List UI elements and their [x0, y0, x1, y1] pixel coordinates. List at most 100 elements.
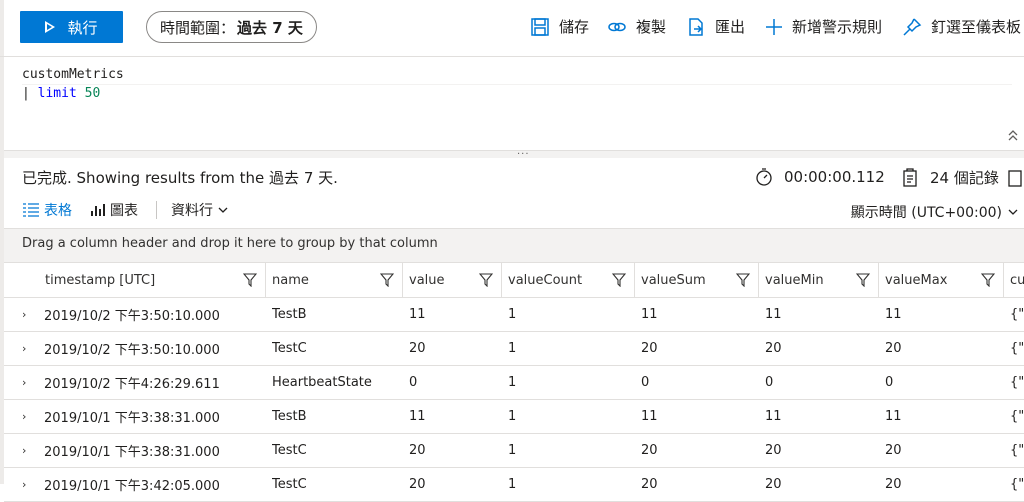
run-button[interactable]: 執行: [20, 11, 123, 43]
cell-valuemax: 11: [885, 408, 902, 424]
header-label: valueCount: [508, 272, 583, 288]
cell-valuesum: 20: [641, 340, 658, 356]
tab-table[interactable]: 表格: [22, 200, 72, 220]
filter-icon[interactable]: [479, 273, 493, 287]
cell-valuecount: 1: [508, 374, 517, 390]
view-tabs: 表格 圖表 資料行: [22, 200, 246, 220]
table-row[interactable]: › 2019/10/1 下午3:38:31.000 TestC 20 1 20 …: [4, 433, 1024, 468]
table-row[interactable]: › 2019/10/2 下午3:50:10.000 TestB 11 1 11 …: [4, 297, 1024, 332]
cell-valuemin: 20: [765, 340, 782, 356]
header-label: timestamp [UTC]: [45, 272, 156, 288]
collapse-editor-icon[interactable]: [1008, 129, 1018, 144]
pin-label: 釘選至儀表板: [931, 18, 1022, 36]
cell-valuesum: 11: [641, 306, 658, 322]
expand-row-icon[interactable]: ›: [22, 478, 26, 491]
filter-icon[interactable]: [981, 273, 995, 287]
cell-valuesum: 11: [641, 408, 658, 424]
cell-custom: {"_: [1010, 306, 1024, 322]
expand-row-icon[interactable]: ›: [22, 410, 26, 423]
limit-keyword: limit: [37, 86, 77, 101]
cell-custom: {"I: [1010, 374, 1024, 390]
table-row[interactable]: › 2019/10/2 下午3:50:10.000 TestC 20 1 20 …: [4, 331, 1024, 366]
record-count: 24 個記錄: [902, 167, 1023, 188]
column-header-valuecount[interactable]: valueCount: [502, 263, 635, 297]
export-button[interactable]: 匯出: [686, 16, 745, 37]
header-label: valueMax: [885, 272, 948, 288]
copy-button[interactable]: 複製: [607, 16, 666, 37]
link-icon: [608, 22, 626, 31]
cell-valuemax: 11: [885, 306, 902, 322]
table-row[interactable]: › 2019/10/1 下午3:42:05.000 TestC 20 1 20 …: [4, 467, 1024, 502]
export-label: 匯出: [715, 18, 746, 36]
cell-valuemax: 20: [885, 476, 902, 492]
pane-splitter[interactable]: [4, 150, 1024, 158]
column-header-value[interactable]: value: [403, 263, 502, 297]
cell-name: TestC: [272, 340, 307, 356]
table-row[interactable]: › 2019/10/1 下午3:38:31.000 TestB 11 1 11 …: [4, 399, 1024, 434]
cell-custom: {"_: [1010, 408, 1024, 424]
filter-icon[interactable]: [612, 273, 626, 287]
filter-icon[interactable]: [856, 273, 870, 287]
cell-timestamp: 2019/10/2 下午4:26:29.611: [44, 376, 220, 392]
chevron-down-icon: [218, 207, 228, 213]
grid-header: timestamp [UTC] name value valueCount va…: [4, 262, 1024, 298]
elapsed-time: 00:00:00.112: [754, 167, 885, 187]
record-count-value: 24 個記錄: [930, 169, 999, 187]
tab-chart-label: 圖表: [110, 203, 138, 219]
pin-to-dashboard-button[interactable]: 釘選至儀表板: [902, 16, 1021, 37]
expand-row-icon[interactable]: ›: [22, 342, 26, 355]
expand-row-icon[interactable]: ›: [22, 308, 26, 321]
time-range-picker[interactable]: 時間範圍： 過去 7 天: [146, 11, 317, 43]
filter-icon[interactable]: [243, 273, 257, 287]
column-header-name[interactable]: name: [266, 263, 403, 297]
cell-valuemax: 0: [885, 374, 894, 390]
new-alert-rule-button[interactable]: 新增警示規則: [765, 16, 882, 37]
filter-icon[interactable]: [380, 273, 394, 287]
expand-row-icon[interactable]: ›: [22, 376, 26, 389]
cell-valuecount: 1: [508, 306, 517, 322]
cell-value: 11: [409, 306, 426, 322]
table-row[interactable]: › 2019/10/2 下午4:26:29.611 HeartbeatState…: [4, 365, 1024, 400]
column-header-valuemax[interactable]: valueMax: [879, 263, 1004, 297]
cell-name: TestC: [272, 442, 307, 458]
header-label: cu: [1010, 272, 1024, 288]
time-range-prefix: 時間範圍：: [160, 18, 236, 37]
bar-chart-icon: [91, 204, 105, 216]
display-time-dropdown[interactable]: 顯示時間 (UTC+00:00): [851, 202, 1018, 222]
column-header-custom[interactable]: cu: [1004, 263, 1024, 297]
expand-row-icon[interactable]: ›: [22, 444, 26, 457]
columns-dropdown[interactable]: 資料行: [171, 200, 228, 220]
cell-value: 20: [409, 476, 426, 492]
expand-column-header: [4, 263, 35, 297]
cell-name: HeartbeatState: [272, 374, 372, 390]
pipe-operator: |: [22, 86, 38, 101]
cell-name: TestB: [272, 408, 307, 424]
new-alert-label: 新增警示規則: [792, 18, 883, 36]
save-button[interactable]: 儲存: [530, 16, 589, 37]
plus-icon: [766, 18, 782, 35]
query-status: 已完成. Showing results from the 過去 7 天.: [22, 169, 338, 187]
pin-icon: [903, 17, 922, 36]
query-line-2: | limit 50: [22, 85, 1012, 103]
filter-icon[interactable]: [736, 273, 750, 287]
table-icon: [23, 203, 39, 217]
query-code[interactable]: customMetrics | limit 50: [22, 66, 1012, 103]
tab-chart[interactable]: 圖表: [90, 200, 138, 220]
query-toolbar: 執行 時間範圍： 過去 7 天 儲存 複製 匯出 新增警示規則 釘選至儀表板: [0, 0, 1024, 57]
splitter-handle[interactable]: ...: [517, 146, 530, 157]
cell-valuesum: 20: [641, 442, 658, 458]
display-time-label: 顯示時間 (UTC+00:00): [850, 205, 1002, 221]
group-by-hint: Drag a column header and drop it here to…: [22, 236, 438, 251]
stopwatch-icon: [756, 168, 772, 186]
column-header-valuemin[interactable]: valueMin: [759, 263, 879, 297]
column-header-valuesum[interactable]: valueSum: [635, 263, 759, 297]
cell-valuemin: 11: [765, 306, 782, 322]
cell-valuesum: 20: [641, 476, 658, 492]
cell-valuesum: 0: [641, 374, 650, 390]
cell-custom: {"_: [1010, 476, 1024, 492]
chevron-down-icon: [1008, 209, 1018, 215]
cell-timestamp: 2019/10/2 下午3:50:10.000: [44, 308, 220, 324]
cell-timestamp: 2019/10/1 下午3:38:31.000: [44, 410, 220, 426]
column-header-timestamp[interactable]: timestamp [UTC]: [35, 263, 266, 297]
cell-valuecount: 1: [508, 340, 517, 356]
